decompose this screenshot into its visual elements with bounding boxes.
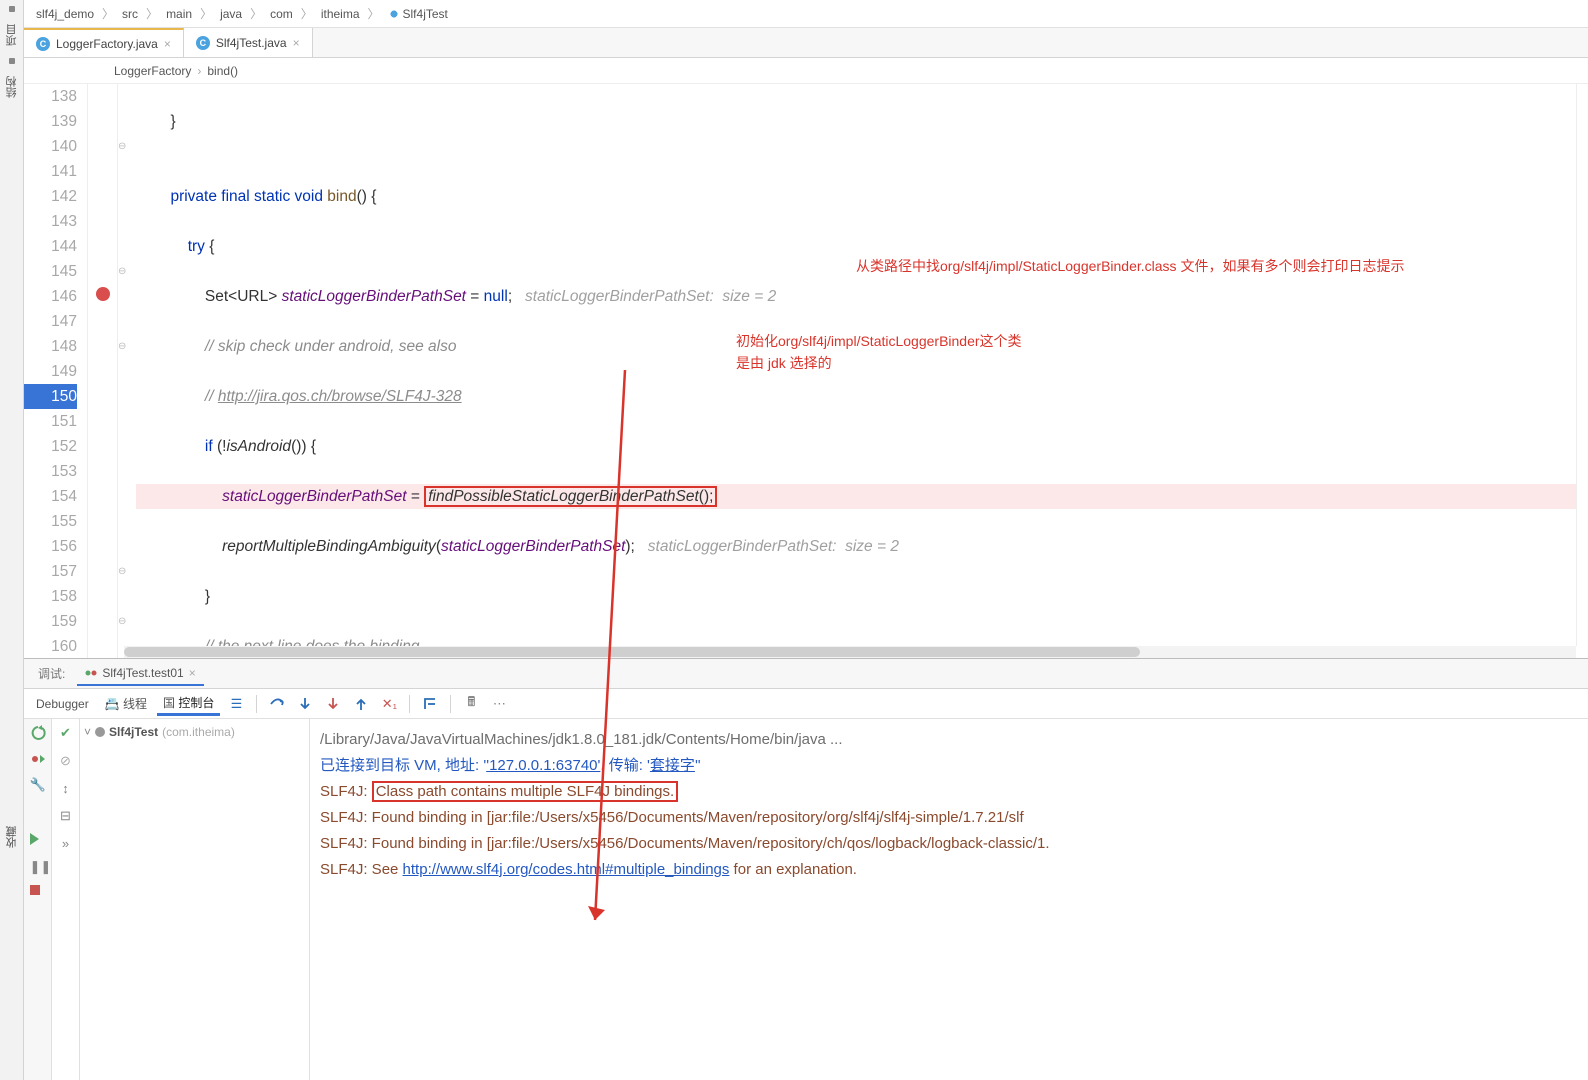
tab-label: Slf4jTest.java bbox=[216, 36, 287, 50]
console-line: SLF4J: Class path contains multiple SLF4… bbox=[320, 779, 1578, 805]
left-tool-strip-bottom: 收藏 bbox=[0, 820, 24, 1080]
fold-gutter[interactable]: ⊖ ⊖ ⊖ ⊖ ⊖ bbox=[118, 84, 136, 658]
threads-subtab[interactable]: 📇 线程 bbox=[99, 693, 153, 714]
mute-breakpoints-button[interactable]: ↕ bbox=[62, 781, 69, 796]
class-icon bbox=[388, 8, 400, 20]
breadcrumb-item[interactable]: itheima bbox=[317, 5, 364, 23]
nav-method[interactable]: bind() bbox=[207, 64, 238, 78]
chevron-right-icon: 〉 bbox=[102, 5, 114, 22]
more-button[interactable]: ⋯ bbox=[487, 692, 511, 716]
debug-toolbar: Debugger 📇 线程 国 控制台 ☰ ✕₁ 🖩 ⋯ bbox=[24, 689, 1588, 719]
test-status-icon bbox=[95, 727, 105, 737]
step-out-button[interactable] bbox=[349, 692, 373, 716]
console-line: /Library/Java/JavaVirtualMachines/jdk1.8… bbox=[320, 727, 1578, 753]
settings-button[interactable]: 🔧 bbox=[30, 777, 46, 793]
breadcrumb-item[interactable]: com bbox=[266, 5, 297, 23]
force-step-into-button[interactable] bbox=[321, 692, 345, 716]
checkmark-icon[interactable]: ✔ bbox=[60, 725, 71, 741]
run-to-cursor-button[interactable] bbox=[418, 692, 442, 716]
debug-left-toolbar: 🔧 ❚❚ bbox=[24, 719, 52, 1080]
chevron-right-icon: 〉 bbox=[146, 5, 158, 22]
debug-panel: 调试: Slf4jTest.test01 × Debugger 📇 线程 国 控… bbox=[24, 658, 1588, 1080]
breakpoint-icon[interactable] bbox=[96, 287, 110, 301]
resume-button[interactable] bbox=[30, 833, 46, 849]
close-icon[interactable]: × bbox=[164, 37, 171, 51]
drop-frame-button[interactable]: ✕₁ bbox=[377, 692, 401, 716]
console-subtab[interactable]: 国 控制台 bbox=[157, 692, 220, 716]
breadcrumb-item[interactable]: src bbox=[118, 5, 142, 23]
viewbreakpoints-button[interactable]: ⊘ bbox=[60, 753, 71, 769]
run-icon bbox=[85, 667, 97, 679]
line-number-gutter: 1381391401411421431441451461471481491501… bbox=[24, 84, 88, 658]
console-line: SLF4J: See http://www.slf4j.org/codes.ht… bbox=[320, 857, 1578, 883]
close-icon[interactable]: × bbox=[293, 36, 300, 50]
breadcrumb-item[interactable]: main bbox=[162, 5, 196, 23]
chevron-down-icon[interactable]: ˅ bbox=[84, 725, 91, 739]
debug-label: 调试: bbox=[30, 661, 73, 686]
evaluate-expression-button[interactable]: 🖩 bbox=[459, 692, 483, 716]
generic-icon bbox=[9, 6, 15, 12]
console-line: SLF4J: Found binding in [jar:file:/Users… bbox=[320, 831, 1578, 857]
step-into-button[interactable] bbox=[293, 692, 317, 716]
sidebar-project-tab[interactable]: 项目 bbox=[0, 18, 24, 52]
breadcrumb-item[interactable]: Slf4jTest bbox=[384, 5, 452, 23]
debug-run-tab[interactable]: Slf4jTest.test01 × bbox=[77, 662, 203, 686]
debug-frames-tree[interactable]: ˅ Slf4jTest (com.itheima) bbox=[80, 719, 310, 1080]
debug-left-toolbar-2: ✔ ⊘ ↕ ⊟ » bbox=[52, 719, 80, 1080]
editor-tabs: C LoggerFactory.java × C Slf4jTest.java … bbox=[24, 28, 1588, 58]
step-over-button[interactable] bbox=[265, 692, 289, 716]
sidebar-structure-tab[interactable]: 结构 bbox=[0, 70, 24, 104]
menu-icon[interactable]: ☰ bbox=[224, 692, 248, 716]
breadcrumb-item[interactable]: slf4j_demo bbox=[32, 5, 98, 23]
debug-header: 调试: Slf4jTest.test01 × bbox=[24, 659, 1588, 689]
pin-button[interactable]: » bbox=[62, 836, 69, 851]
chevron-right-icon: 〉 bbox=[368, 5, 380, 22]
chevron-right-icon: 〉 bbox=[200, 5, 212, 22]
annotation-text: 从类路径中找org/slf4j/impl/StaticLoggerBinder.… bbox=[856, 254, 1404, 279]
editor-tab[interactable]: C LoggerFactory.java × bbox=[24, 28, 184, 57]
rerun-button[interactable] bbox=[30, 725, 46, 741]
chevron-right-icon: 〉 bbox=[301, 5, 313, 22]
scrollbar-thumb[interactable] bbox=[124, 647, 1140, 657]
editor-nav-breadcrumb: LoggerFactory › bind() bbox=[24, 58, 1588, 84]
breadcrumb: slf4j_demo〉 src〉 main〉 java〉 com〉 itheim… bbox=[24, 0, 1588, 28]
stop-button[interactable] bbox=[30, 885, 46, 901]
pause-button[interactable]: ❚❚ bbox=[30, 859, 46, 875]
chevron-right-icon: › bbox=[197, 64, 201, 78]
breakpoint-gutter[interactable] bbox=[88, 84, 118, 658]
debugger-subtab[interactable]: Debugger bbox=[30, 695, 95, 713]
close-icon[interactable]: × bbox=[189, 666, 196, 680]
console-output[interactable]: /Library/Java/JavaVirtualMachines/jdk1.8… bbox=[310, 719, 1588, 1080]
generic-icon bbox=[9, 58, 15, 64]
horizontal-scrollbar[interactable] bbox=[124, 646, 1576, 658]
chevron-right-icon: 〉 bbox=[250, 5, 262, 22]
sidebar-favorites-tab[interactable]: 收藏 bbox=[0, 820, 24, 854]
breadcrumb-item[interactable]: java bbox=[216, 5, 246, 23]
code-editor[interactable]: 1381391401411421431441451461471481491501… bbox=[24, 84, 1588, 658]
console-line: SLF4J: Found binding in [jar:file:/Users… bbox=[320, 805, 1578, 831]
class-icon: C bbox=[36, 37, 50, 51]
annotation-text: 是由 jdk 选择的 bbox=[736, 351, 832, 376]
code-content[interactable]: } private final static void bind() { try… bbox=[136, 84, 1588, 658]
tab-label: LoggerFactory.java bbox=[56, 37, 158, 51]
editor-tab[interactable]: C Slf4jTest.java × bbox=[184, 28, 313, 57]
class-icon: C bbox=[196, 36, 210, 50]
nav-class[interactable]: LoggerFactory bbox=[114, 64, 191, 78]
modify-run-button[interactable] bbox=[30, 751, 46, 767]
layout-button[interactable]: ⊟ bbox=[60, 808, 71, 824]
console-line: 已连接到目标 VM, 地址: ''127.0.0.1:63740', 传输: '… bbox=[320, 753, 1578, 779]
overview-ruler[interactable] bbox=[1576, 84, 1588, 646]
